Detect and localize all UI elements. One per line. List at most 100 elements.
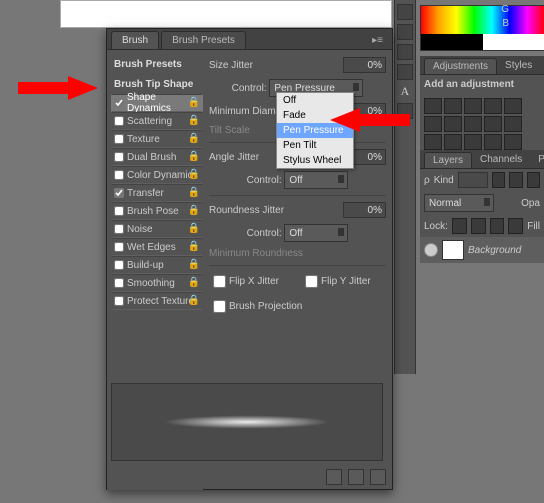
dock-icon[interactable] xyxy=(397,64,413,80)
gradient-map-icon[interactable] xyxy=(484,134,502,150)
layer-name[interactable]: Background xyxy=(468,245,521,256)
lock-icon: 🔒 xyxy=(188,151,200,162)
brush-projection-label: Brush Projection xyxy=(229,301,302,312)
layer-thumbnail[interactable] xyxy=(442,240,464,260)
control-label: Control: xyxy=(232,83,267,94)
lock-icon: 🔒 xyxy=(188,295,200,306)
invert-icon[interactable] xyxy=(424,134,442,150)
vibrance-icon[interactable] xyxy=(504,98,522,114)
channel-mixer-icon[interactable] xyxy=(484,116,502,132)
tab-brush[interactable]: Brush xyxy=(111,31,159,49)
tab-channels[interactable]: Channels xyxy=(472,152,530,168)
lock-label: Lock: xyxy=(424,221,448,232)
lock-position-icon[interactable] xyxy=(490,218,505,234)
color-dynamics-checkbox[interactable] xyxy=(114,170,124,180)
sidebar-protect-texture[interactable]: Protect Texture🔒 xyxy=(111,292,203,310)
filter-icon[interactable] xyxy=(492,172,505,188)
sidebar-wet-edges[interactable]: Wet Edges🔒 xyxy=(111,238,203,256)
tab-brush-presets[interactable]: Brush Presets xyxy=(161,31,246,49)
flyout-menu-icon[interactable]: ▸≡ xyxy=(369,32,386,49)
hue-icon[interactable] xyxy=(424,116,442,132)
layers-panel: Layers Channels Paths ρKind Normal Opa L… xyxy=(420,150,544,263)
transfer-checkbox[interactable] xyxy=(114,188,124,198)
opacity-label: Opa xyxy=(521,198,540,209)
dropdown-option[interactable]: Stylus Wheel xyxy=(277,153,353,168)
scattering-checkbox[interactable] xyxy=(114,116,124,126)
threshold-icon[interactable] xyxy=(464,134,482,150)
toggle-preset-icon[interactable] xyxy=(326,469,342,485)
filter-icon[interactable] xyxy=(527,172,540,188)
dock-icon[interactable] xyxy=(397,44,413,60)
fill-label: Fill xyxy=(527,221,540,232)
sidebar-transfer[interactable]: Transfer🔒 xyxy=(111,184,203,202)
roundness-jitter-value[interactable]: 0% xyxy=(343,202,386,218)
brightness-icon[interactable] xyxy=(424,98,442,114)
sidebar-brush-presets[interactable]: Brush Presets xyxy=(111,54,203,74)
tab-styles[interactable]: Styles xyxy=(497,58,540,74)
type-tool-icon[interactable]: A xyxy=(401,84,410,99)
color-lookup-icon[interactable] xyxy=(504,116,522,132)
dock-icon[interactable] xyxy=(397,24,413,40)
curves-icon[interactable] xyxy=(464,98,482,114)
wet-edges-checkbox[interactable] xyxy=(114,242,124,252)
lock-transparent-icon[interactable] xyxy=(452,218,467,234)
add-adjustment-title: Add an adjustment xyxy=(420,75,544,94)
lock-icon: 🔒 xyxy=(188,277,200,288)
lock-pixels-icon[interactable] xyxy=(471,218,486,234)
brush-projection-checkbox[interactable] xyxy=(213,300,226,313)
tab-adjustments[interactable]: Adjustments xyxy=(424,58,497,74)
posterize-icon[interactable] xyxy=(444,134,462,150)
lock-icon: 🔒 xyxy=(188,259,200,270)
levels-icon[interactable] xyxy=(444,98,462,114)
blend-mode-select[interactable]: Normal xyxy=(424,194,494,212)
smoothing-checkbox[interactable] xyxy=(114,278,124,288)
lock-icon: 🔒 xyxy=(188,97,200,108)
flip-y-label: Flip Y Jitter xyxy=(321,276,371,287)
exposure-icon[interactable] xyxy=(484,98,502,114)
flip-y-checkbox[interactable] xyxy=(305,275,318,288)
protect-texture-checkbox[interactable] xyxy=(114,296,124,306)
angle-control-select[interactable]: Off xyxy=(284,171,348,189)
sidebar-texture[interactable]: Texture🔒 xyxy=(111,130,203,148)
lock-icon: 🔒 xyxy=(188,223,200,234)
noise-checkbox[interactable] xyxy=(114,224,124,234)
lock-icon: 🔒 xyxy=(188,241,200,252)
shape-dynamics-checkbox[interactable] xyxy=(114,98,124,108)
sidebar-color-dynamics[interactable]: Color Dynamics🔒 xyxy=(111,166,203,184)
tab-layers[interactable]: Layers xyxy=(424,152,472,168)
visibility-icon[interactable] xyxy=(424,243,438,257)
sidebar-build-up[interactable]: Build-up🔒 xyxy=(111,256,203,274)
tab-paths[interactable]: Paths xyxy=(530,152,544,168)
trash-icon[interactable] xyxy=(370,469,386,485)
texture-checkbox[interactable] xyxy=(114,134,124,144)
color-panel[interactable]: G B xyxy=(420,5,544,51)
brush-pose-checkbox[interactable] xyxy=(114,206,124,216)
size-jitter-label: Size Jitter xyxy=(209,60,339,71)
sidebar-scattering[interactable]: Scattering🔒 xyxy=(111,112,203,130)
sidebar-dual-brush[interactable]: Dual Brush🔒 xyxy=(111,148,203,166)
sidebar-noise[interactable]: Noise🔒 xyxy=(111,220,203,238)
sidebar-brush-tip-shape[interactable]: Brush Tip Shape xyxy=(111,74,203,94)
lock-icon: 🔒 xyxy=(188,169,200,180)
sidebar-smoothing[interactable]: Smoothing🔒 xyxy=(111,274,203,292)
dock-icon[interactable] xyxy=(397,4,413,20)
panel-tabs: Brush Brush Presets ▸≡ xyxy=(107,29,392,50)
filter-kind-select[interactable] xyxy=(458,172,488,188)
photo-filter-icon[interactable] xyxy=(464,116,482,132)
sidebar-shape-dynamics[interactable]: Shape Dynamics🔒 xyxy=(111,94,203,112)
selective-color-icon[interactable] xyxy=(504,134,522,150)
dropdown-option[interactable]: Off xyxy=(277,93,353,108)
build-up-checkbox[interactable] xyxy=(114,260,124,270)
lock-icon: 🔒 xyxy=(188,133,200,144)
flip-x-checkbox[interactable] xyxy=(213,275,226,288)
green-label: G xyxy=(501,4,509,15)
dropdown-option[interactable]: Pen Tilt xyxy=(277,138,353,153)
sidebar-brush-pose[interactable]: Brush Pose🔒 xyxy=(111,202,203,220)
filter-icon[interactable] xyxy=(509,172,522,188)
lock-all-icon[interactable] xyxy=(508,218,523,234)
roundness-control-select[interactable]: Off xyxy=(284,224,348,242)
dual-brush-checkbox[interactable] xyxy=(114,152,124,162)
size-jitter-value[interactable]: 0% xyxy=(343,57,386,73)
new-preset-icon[interactable] xyxy=(348,469,364,485)
bw-icon[interactable] xyxy=(444,116,462,132)
